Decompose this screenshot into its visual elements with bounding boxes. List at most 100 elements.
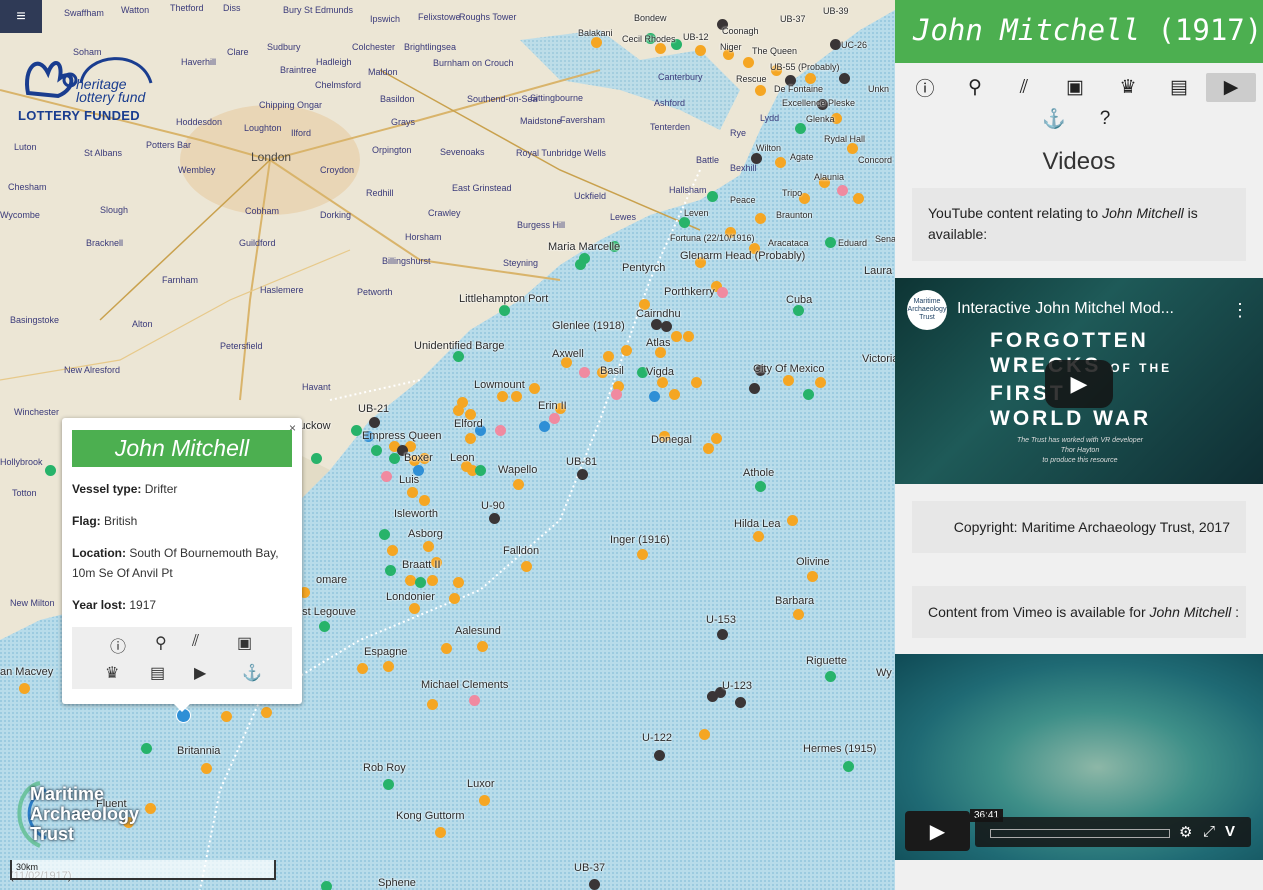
wreck-marker[interactable] [489, 513, 500, 524]
wreck-label[interactable]: Leven [684, 208, 709, 218]
menu-button[interactable]: ≡ [0, 0, 42, 33]
wreck-marker[interactable] [847, 143, 858, 154]
wreck-marker[interactable] [743, 57, 754, 68]
wreck-label[interactable]: Victoria [862, 353, 895, 365]
wreck-label[interactable]: Luxor [467, 778, 495, 790]
wreck-marker[interactable] [711, 433, 722, 444]
wreck-marker[interactable] [837, 185, 848, 196]
pdf-icon[interactable]: ▤ [150, 663, 165, 683]
wreck-label[interactable]: Leon [450, 452, 474, 464]
wreck-label[interactable]: Axwell [552, 348, 584, 360]
wreck-marker[interactable] [787, 515, 798, 526]
wreck-marker[interactable] [371, 445, 382, 456]
wreck-marker[interactable] [261, 707, 272, 718]
wreck-label[interactable]: U-123 [722, 680, 752, 692]
wreck-marker[interactable] [141, 743, 152, 754]
wreck-label[interactable]: Wy [876, 667, 892, 679]
wreck-label[interactable]: Hilda Lea [734, 518, 780, 530]
wreck-marker[interactable] [671, 331, 682, 342]
wreck-marker[interactable] [603, 351, 614, 362]
wreck-marker[interactable] [577, 469, 588, 480]
wreck-marker[interactable] [717, 287, 728, 298]
wreck-marker[interactable] [805, 73, 816, 84]
wreck-label[interactable]: Lowmount [474, 379, 525, 391]
wreck-label[interactable]: Agate [790, 152, 814, 162]
wreck-marker[interactable] [793, 305, 804, 316]
wreck-label[interactable]: Inger (1916) [610, 534, 670, 546]
youtube-icon[interactable]: ▶ [194, 663, 206, 683]
wreck-marker[interactable] [679, 217, 690, 228]
wreck-marker[interactable] [423, 541, 434, 552]
wreck-label[interactable]: U-90 [481, 500, 505, 512]
wreck-marker[interactable] [383, 779, 394, 790]
wreck-label[interactable]: Glenlee (1918) [552, 320, 625, 332]
wreck-label[interactable]: Cuba [786, 294, 812, 306]
wreck-marker[interactable] [830, 39, 841, 50]
wreck-marker[interactable] [825, 237, 836, 248]
channel-avatar[interactable]: Maritime Archaeology Trust [907, 290, 947, 330]
wreck-label[interactable]: City Of Mexico [753, 363, 825, 375]
wreck-marker[interactable] [221, 711, 232, 722]
wreck-marker[interactable] [511, 391, 522, 402]
wreck-label[interactable]: Isleworth [394, 508, 438, 520]
wreck-marker[interactable] [807, 571, 818, 582]
wreck-marker[interactable] [479, 795, 490, 806]
wreck-label[interactable]: Braunton [776, 210, 813, 220]
wreck-marker[interactable] [387, 545, 398, 556]
youtube-video-title[interactable]: Interactive John Mitchel Mod... [957, 300, 1174, 318]
wreck-marker[interactable] [453, 405, 464, 416]
wreck-label[interactable]: Littlehampton Port [459, 293, 548, 305]
wreck-label[interactable]: Boxer [404, 452, 433, 464]
wreck-marker[interactable] [495, 425, 506, 436]
wreck-label[interactable]: UC-26 [841, 40, 867, 50]
wreck-label[interactable]: Unidentified Barge [414, 340, 505, 352]
wreck-label[interactable]: Glenarm Head (Probably) [680, 250, 805, 262]
wreck-label[interactable]: Unkn [868, 84, 889, 94]
settings-gear-icon[interactable]: ⚙ [1179, 823, 1192, 841]
wreck-marker[interactable] [839, 73, 850, 84]
wreck-label[interactable]: Rydal Hall [824, 134, 865, 144]
wreck-label[interactable]: Olivine [796, 556, 830, 568]
wreck-label[interactable]: Luis [399, 474, 419, 486]
wreck-marker[interactable] [419, 495, 430, 506]
wreck-marker[interactable] [621, 345, 632, 356]
wreck-marker[interactable] [351, 425, 362, 436]
wreck-label[interactable]: Alaunia [814, 172, 844, 182]
wreck-marker[interactable] [415, 577, 426, 588]
wreck-label[interactable]: Barbara [775, 595, 814, 607]
wreck-label[interactable]: Espagne [364, 646, 407, 658]
wreck-label[interactable]: De Fontaine [774, 84, 823, 94]
wreck-marker[interactable] [453, 351, 464, 362]
wreck-label[interactable]: Laura [864, 265, 892, 277]
wreck-marker[interactable] [449, 593, 460, 604]
fullscreen-icon[interactable]: ⤢ [1203, 823, 1215, 840]
wreck-marker[interactable] [755, 481, 766, 492]
wreck-label[interactable]: Eduard [838, 238, 867, 248]
tab-pdf-icon[interactable]: ▤ [1154, 73, 1204, 102]
wreck-label[interactable]: U-153 [706, 614, 736, 626]
wreck-label[interactable]: Aracataca [768, 238, 809, 248]
wreck-marker[interactable] [499, 305, 510, 316]
map[interactable]: Swaffham Watton Thetford Diss Bury St Edmund… [0, 0, 895, 890]
wreck-marker[interactable] [311, 453, 322, 464]
wreck-marker[interactable] [469, 695, 480, 706]
wreck-label[interactable]: UB-81 [566, 456, 597, 468]
wreck-marker[interactable] [465, 433, 476, 444]
tab-trophy-icon[interactable]: ♛ [1103, 73, 1153, 102]
wreck-marker[interactable] [803, 389, 814, 400]
wreck-marker[interactable] [521, 561, 532, 572]
wreck-label[interactable]: The Queen [752, 46, 797, 56]
wreck-marker[interactable] [45, 465, 56, 476]
wreck-label[interactable]: Aalesund [455, 625, 501, 637]
wreck-marker[interactable] [843, 761, 854, 772]
wreck-label[interactable]: Erin II [538, 400, 567, 412]
wreck-label[interactable]: UB-21 [358, 403, 389, 415]
wreck-marker[interactable] [853, 193, 864, 204]
wreck-marker[interactable] [435, 827, 446, 838]
tab-image-icon[interactable]: ▣ [1050, 73, 1100, 102]
wreck-label[interactable]: Rescue [736, 74, 767, 84]
trophy-icon[interactable]: ♛ [105, 663, 119, 683]
wreck-label[interactable]: U-122 [642, 732, 672, 744]
wreck-marker[interactable] [475, 465, 486, 476]
tab-diver-icon[interactable]: ⫽ [999, 73, 1049, 102]
